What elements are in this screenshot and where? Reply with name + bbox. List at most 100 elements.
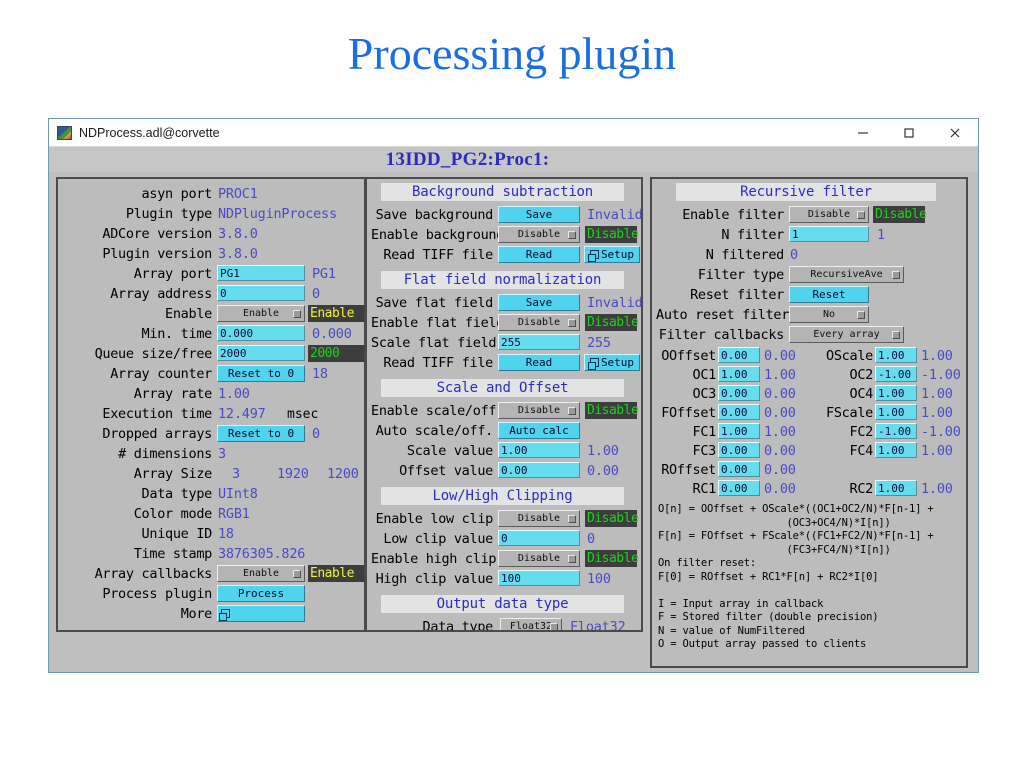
dropdown-filter-type[interactable]: RecursiveAve	[789, 266, 904, 283]
coef-input-oc3[interactable]: 0.00	[718, 385, 760, 401]
coef-input-fc1[interactable]: 1.00	[718, 423, 760, 439]
row-label-scale-value: Scale value	[406, 443, 493, 459]
dropdown-enable-high-clip[interactable]: Disable	[498, 550, 580, 567]
related-display-setup[interactable]: Setup	[584, 246, 640, 263]
coef-input-fscale[interactable]: 1.00	[875, 404, 917, 420]
button-dropped-arrays[interactable]: Reset to 0	[217, 425, 305, 442]
button-auto-scale-off[interactable]: Auto calc	[498, 422, 580, 439]
input-queue-size-free[interactable]: 2000	[217, 345, 305, 361]
table-row: Auto reset filter No	[656, 305, 962, 325]
dropdown-enable-low-clip[interactable]: Disable	[498, 510, 580, 527]
input-min-time[interactable]: 0.000	[217, 325, 305, 341]
row-label-scale-flat-field: Scale flat field	[371, 335, 497, 351]
coef-label-fc1: FC1	[692, 424, 717, 440]
coef-label-fscale: FScale	[826, 405, 873, 421]
chevron-down-icon	[892, 270, 900, 279]
chevron-down-icon	[857, 310, 865, 319]
table-row: Array Size 3 1920 1200	[62, 464, 360, 484]
row-label-min-time: Min. time	[141, 326, 213, 342]
table-row: asyn port PROC1	[62, 184, 360, 204]
row-label-enable-flat-field: Enable flat field	[371, 315, 505, 331]
readback-enable-scale-off: Disable	[585, 402, 639, 419]
input-array-port[interactable]: PG1	[217, 265, 305, 281]
related-display-setup[interactable]: Setup	[584, 354, 640, 371]
coef-input-rc2[interactable]: 1.00	[875, 480, 917, 496]
table-row: Array port PG1 PG1	[62, 264, 360, 284]
button-read-tiff-file[interactable]: Read	[498, 246, 580, 263]
row-label-read-tiff-file: Read TIFF file	[383, 355, 493, 371]
coef-input-foffset[interactable]: 0.00	[718, 404, 760, 420]
maximize-button[interactable]	[886, 119, 932, 146]
minimize-button[interactable]	[840, 119, 886, 146]
input-array-address[interactable]: 0	[217, 285, 305, 301]
button-save-background[interactable]: Save	[498, 206, 580, 223]
coef-input-fc2[interactable]: -1.00	[875, 423, 917, 439]
coef-input-roffset[interactable]: 0.00	[718, 461, 760, 477]
button-read-tiff-file[interactable]: Read	[498, 354, 580, 371]
close-button[interactable]	[932, 119, 978, 146]
input-offset-value[interactable]: 0.00	[498, 462, 580, 478]
related-display-more[interactable]	[217, 605, 305, 622]
row-label-n-filter: N filter	[721, 227, 784, 243]
input-scale-flat-field[interactable]: 255	[498, 334, 580, 350]
button-array-counter[interactable]: Reset to 0	[217, 365, 305, 382]
dropdown-array-callbacks[interactable]: Enable	[217, 565, 305, 582]
table-row: Save background Save Invalid	[371, 205, 641, 225]
table-row: Min. time 0.000 0.000	[62, 324, 360, 344]
readback-enable: Enable	[308, 305, 364, 322]
readback-dimensions: 3	[218, 446, 226, 462]
table-row: Data type UInt8	[62, 484, 360, 504]
section-header-background-subtraction: Background subtraction	[381, 183, 624, 201]
dropdown-filter-callbacks[interactable]: Every array	[789, 326, 904, 343]
window-body: asyn port PROC1 Plugin type NDPluginProcess…	[49, 172, 978, 672]
table-row: Array callbacks Enable Enable	[62, 564, 364, 584]
coef-input-oc4[interactable]: 1.00	[875, 385, 917, 401]
coef-readback-fc1: 1.00	[764, 424, 796, 440]
application-window: NDProcess.adl@corvette 13IDD_PG2:Proc1: …	[48, 118, 979, 673]
coef-input-ooffset[interactable]: 0.00	[718, 347, 760, 363]
input-scale-value[interactable]: 1.00	[498, 442, 580, 458]
table-row: Plugin version 3.8.0	[62, 244, 360, 264]
table-row: Enable flat field Disable Disable	[371, 313, 639, 333]
coef-readback-oc2: -1.00	[921, 367, 961, 383]
chevron-down-icon	[293, 309, 301, 318]
row-label-reset-filter: Reset filter	[690, 287, 784, 303]
button-reset-filter[interactable]: Reset	[789, 286, 869, 303]
readback-enable-filter: Disable	[873, 206, 927, 223]
table-row: Filter type RecursiveAve	[656, 265, 962, 285]
readback-high-clip-value: 100	[587, 571, 611, 587]
coef-input-oc2[interactable]: -1.00	[875, 366, 917, 382]
readback-array-port: PG1	[312, 266, 336, 282]
dropdown-data-type[interactable]: Float32	[500, 618, 562, 630]
readback-queue-size-free: 2000	[308, 345, 364, 362]
readback-plugin-type: NDPluginProcess	[218, 206, 337, 222]
coefficient-row: FC1 1.00 1.00 FC2 -1.00 -1.00	[654, 422, 966, 441]
table-row: Process plugin Process	[62, 584, 360, 604]
dropdown-enable-filter[interactable]: Disable	[789, 206, 869, 223]
input-low-clip-value[interactable]: 0	[498, 530, 580, 546]
coef-input-oc1[interactable]: 1.00	[718, 366, 760, 382]
input-n-filter[interactable]: 1	[789, 226, 869, 242]
readback-data-type: Float32	[570, 619, 626, 632]
button-process-plugin[interactable]: Process	[217, 585, 305, 602]
readback-asyn-port: PROC1	[218, 186, 258, 202]
dropdown-enable[interactable]: Enable	[217, 305, 305, 322]
dropdown-auto-reset-filter[interactable]: No	[789, 306, 869, 323]
coef-input-fc4[interactable]: 1.00	[875, 442, 917, 458]
row-label-save-flat-field: Save flat field	[375, 295, 494, 311]
dropdown-enable-background[interactable]: Disable	[498, 226, 580, 243]
dropdown-enable-flat-field[interactable]: Disable	[498, 314, 580, 331]
button-save-flat-field[interactable]: Save	[498, 294, 580, 311]
related-display-icon	[587, 358, 599, 370]
input-high-clip-value[interactable]: 100	[498, 570, 580, 586]
table-row: High clip value 100 100	[371, 569, 637, 589]
coef-input-rc1[interactable]: 0.00	[718, 480, 760, 496]
dropdown-enable-scale-off[interactable]: Disable	[498, 402, 580, 419]
readback-low-clip-value: 0	[587, 531, 595, 547]
coef-input-fc3[interactable]: 0.00	[718, 442, 760, 458]
coef-label-oc2: OC2	[849, 367, 874, 383]
row-label-unique-id: Unique ID	[141, 526, 213, 542]
readback-n-filtered: 0	[790, 247, 798, 263]
coef-label-rc2: RC2	[849, 481, 874, 497]
coef-input-oscale[interactable]: 1.00	[875, 347, 917, 363]
